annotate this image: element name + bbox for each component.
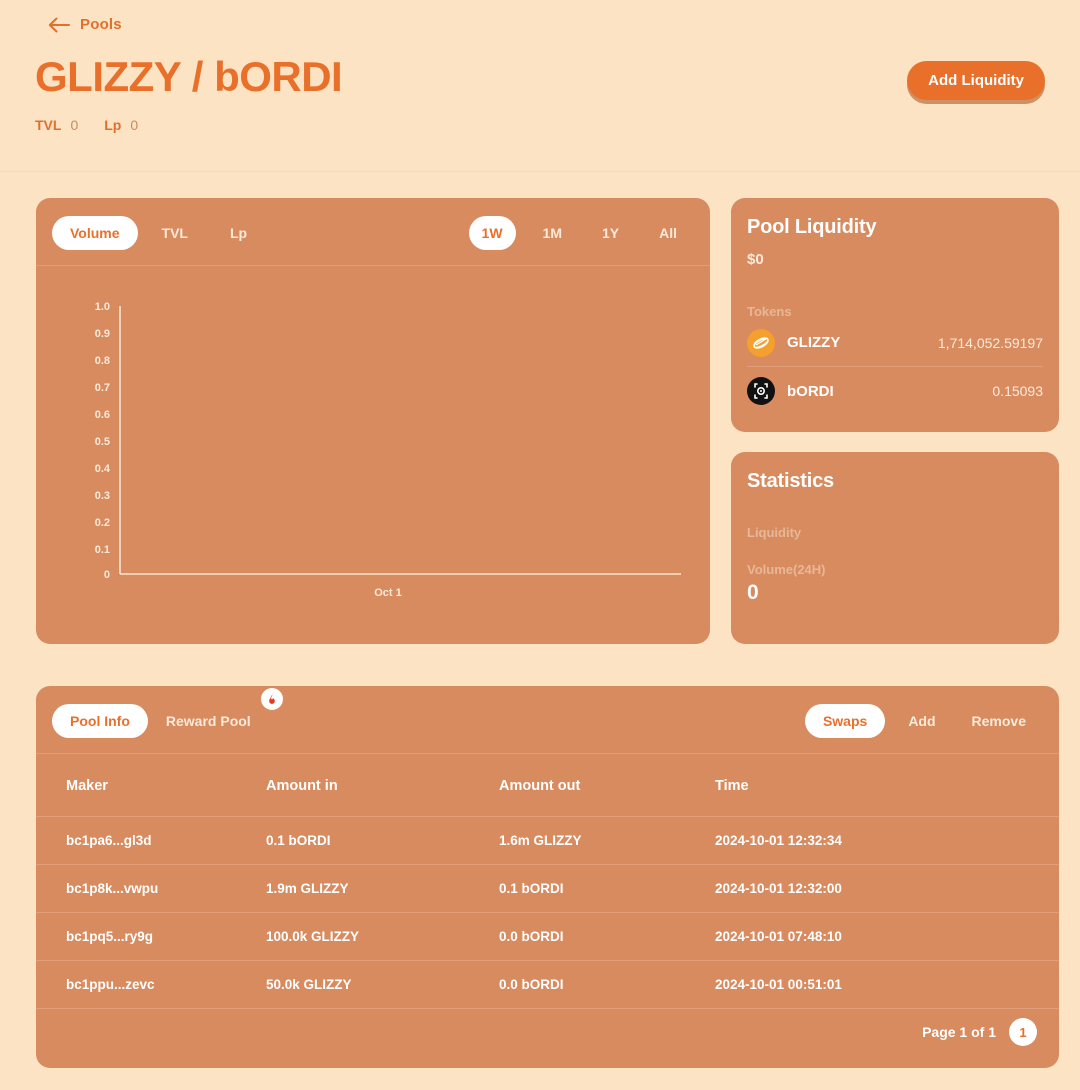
chart-metric-tabs: Volume TVL Lp xyxy=(52,216,265,250)
chart-plot-area: 1.0 0.9 0.8 0.7 0.6 0.5 0.4 0.3 0.2 0.1 … xyxy=(36,266,710,644)
column-header-maker: Maker xyxy=(36,754,266,817)
y-tick-6: 0.4 xyxy=(95,463,111,475)
tab-reward-pool-wrapper: Reward Pool xyxy=(148,688,283,738)
panel-left-tabs: Pool Info Reward Pool xyxy=(52,688,283,738)
back-label: Pools xyxy=(80,16,122,33)
pool-liquidity-amount: $0 xyxy=(747,251,764,268)
range-1w[interactable]: 1W xyxy=(468,216,516,250)
hotdog-icon xyxy=(747,328,775,357)
cell-maker: bc1pa6...gl3d xyxy=(36,816,266,865)
token-row-bordi: bORDI 0.15093 xyxy=(747,367,1043,415)
swaps-table-body: bc1pa6...gl3d 0.1 bORDI 1.6m GLIZZY 2024… xyxy=(36,816,1059,1009)
pool-detail-page: Pools GLIZZY / bORDI TVL 0 Lp 0 Add Liqu… xyxy=(0,0,1080,1090)
bordi-bracket-icon xyxy=(747,377,775,405)
table-header-row: Maker Amount in Amount out Time xyxy=(36,754,1059,817)
token-amount-glizzy: 1,714,052.59197 xyxy=(937,334,1043,351)
cell-amount-out: 0.0 bORDI xyxy=(499,912,715,961)
chart-card: Volume TVL Lp 1W 1M 1Y All 1.0 0.9 0.8 0… xyxy=(36,198,710,644)
column-header-amount-in: Amount in xyxy=(266,754,499,817)
token-row-glizzy: GLIZZY 1,714,052.59197 xyxy=(747,319,1043,367)
cell-time: 2024-10-01 12:32:34 xyxy=(715,816,1059,865)
chart-toolbar: Volume TVL Lp 1W 1M 1Y All xyxy=(36,198,710,266)
column-header-amount-out: Amount out xyxy=(499,754,715,817)
tab-remove[interactable]: Remove xyxy=(959,704,1039,738)
table-row[interactable]: bc1ppu...zevc 50.0k GLIZZY 0.0 bORDI 202… xyxy=(36,960,1059,1009)
pool-activity-toolbar: Pool Info Reward Pool Swaps Add Remove xyxy=(36,686,1059,754)
pagination-label: Page 1 of 1 xyxy=(922,1024,996,1040)
range-1y[interactable]: 1Y xyxy=(589,216,632,250)
pagination: Page 1 of 1 1 xyxy=(922,1018,1037,1046)
chart-range-tabs: 1W 1M 1Y All xyxy=(468,216,690,250)
tab-tvl[interactable]: TVL xyxy=(144,216,206,250)
pool-activity-panel: Pool Info Reward Pool Swaps Add Remove M… xyxy=(36,686,1059,1068)
cell-amount-in: 50.0k GLIZZY xyxy=(266,960,499,1009)
cell-time: 2024-10-01 07:48:10 xyxy=(715,912,1059,961)
stat-value-tvl: 0 xyxy=(70,117,79,133)
y-tick-8: 0.2 xyxy=(95,517,110,529)
y-tick-1: 0.9 xyxy=(95,328,110,340)
y-tick-2: 0.8 xyxy=(95,355,110,367)
pool-liquidity-title: Pool Liquidity xyxy=(747,216,877,238)
y-tick-10: 0 xyxy=(104,569,110,581)
cell-maker: bc1pq5...ry9g xyxy=(36,912,266,961)
cell-amount-in: 100.0k GLIZZY xyxy=(266,912,499,961)
stat-value-lp: 0 xyxy=(130,117,139,133)
cell-amount-out: 0.1 bORDI xyxy=(499,864,715,913)
page-header: Pools GLIZZY / bORDI TVL 0 Lp 0 Add Liqu… xyxy=(0,0,1080,172)
arrow-left-icon xyxy=(48,17,70,32)
x-tick-0: Oct 1 xyxy=(374,587,402,599)
cell-maker: bc1ppu...zevc xyxy=(36,960,266,1009)
statistics-label-liquidity: Liquidity xyxy=(747,525,802,540)
cell-amount-in: 1.9m GLIZZY xyxy=(266,864,499,913)
token-name-glizzy: GLIZZY xyxy=(787,334,841,351)
tab-reward-pool[interactable]: Reward Pool xyxy=(148,704,269,738)
pool-liquidity-card: Pool Liquidity $0 Tokens GLIZZY 1,714,05… xyxy=(731,198,1059,432)
page-title: GLIZZY / bORDI xyxy=(35,53,343,100)
tab-swaps[interactable]: Swaps xyxy=(804,704,886,738)
column-header-time: Time xyxy=(715,754,1059,817)
cell-time: 2024-10-01 00:51:01 xyxy=(715,960,1059,1009)
y-tick-4: 0.6 xyxy=(95,409,110,421)
tab-pool-info[interactable]: Pool Info xyxy=(52,704,148,738)
header-stats: TVL 0 Lp 0 xyxy=(35,117,155,133)
tab-lp[interactable]: Lp xyxy=(212,216,265,250)
swaps-table: Maker Amount in Amount out Time bc1pa6..… xyxy=(36,754,1059,1009)
tab-add[interactable]: Add xyxy=(895,704,948,738)
fire-icon xyxy=(260,688,283,710)
stat-key-tvl: TVL xyxy=(35,117,62,133)
cell-maker: bc1p8k...vwpu xyxy=(36,864,266,913)
cell-time: 2024-10-01 12:32:00 xyxy=(715,864,1059,913)
panel-right-tabs: Swaps Add Remove xyxy=(804,704,1039,738)
y-tick-3: 0.7 xyxy=(95,382,110,394)
y-tick-9: 0.1 xyxy=(95,544,110,556)
y-tick-7: 0.3 xyxy=(95,490,110,502)
token-name-bordi: bORDI xyxy=(787,382,834,400)
pagination-current-page[interactable]: 1 xyxy=(1009,1018,1037,1046)
table-row[interactable]: bc1pa6...gl3d 0.1 bORDI 1.6m GLIZZY 2024… xyxy=(36,816,1059,865)
range-1m[interactable]: 1M xyxy=(530,216,575,250)
table-row[interactable]: bc1p8k...vwpu 1.9m GLIZZY 0.1 bORDI 2024… xyxy=(36,864,1059,913)
tokens-label: Tokens xyxy=(747,304,792,319)
cell-amount-out: 1.6m GLIZZY xyxy=(499,816,715,865)
table-row[interactable]: bc1pq5...ry9g 100.0k GLIZZY 0.0 bORDI 20… xyxy=(36,912,1059,961)
token-amount-bordi: 0.15093 xyxy=(992,383,1043,399)
back-to-pools-link[interactable]: Pools xyxy=(48,16,122,33)
statistics-value-volume24h: 0 xyxy=(747,581,759,604)
cell-amount-in: 0.1 bORDI xyxy=(266,816,499,865)
statistics-title: Statistics xyxy=(747,470,834,492)
statistics-label-volume24h: Volume(24H) xyxy=(747,562,826,577)
range-all[interactable]: All xyxy=(646,216,690,250)
swaps-table-head: Maker Amount in Amount out Time xyxy=(36,754,1059,817)
volume-line-chart: 1.0 0.9 0.8 0.7 0.6 0.5 0.4 0.3 0.2 0.1 … xyxy=(95,301,681,599)
y-tick-0: 1.0 xyxy=(95,301,110,313)
cell-amount-out: 0.0 bORDI xyxy=(499,960,715,1009)
stat-key-lp: Lp xyxy=(104,117,122,133)
add-liquidity-button[interactable]: Add Liquidity xyxy=(907,61,1045,100)
tab-volume[interactable]: Volume xyxy=(52,216,138,250)
y-tick-5: 0.5 xyxy=(95,436,110,448)
statistics-card: Statistics Liquidity Volume(24H) 0 xyxy=(731,452,1059,644)
